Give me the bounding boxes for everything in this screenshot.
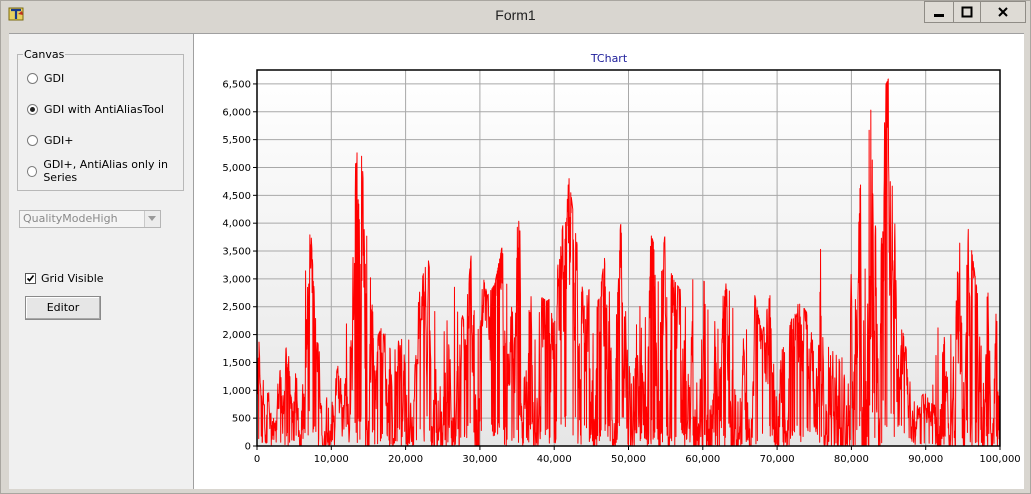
- radio-indicator: [27, 165, 38, 177]
- x-tick-label: 90,000: [908, 454, 943, 465]
- radio-gdi[interactable]: GDI: [27, 70, 64, 86]
- y-tick-label: 1,500: [222, 358, 251, 369]
- minimize-icon: [934, 14, 944, 17]
- x-tick-label: 20,000: [388, 454, 423, 465]
- dropdown-arrow[interactable]: [144, 211, 160, 227]
- x-tick-label: 100,000: [979, 454, 1020, 465]
- chart-panel: TChart 0 500 1,000 1,500 2,000 2,500 3,000 3,50…: [194, 34, 1024, 489]
- options-panel: Canvas GDI GDI with AntiAliasTool GDI+ G…: [9, 34, 193, 489]
- x-tick-label: 10,000: [314, 454, 349, 465]
- x-tick-label: 70,000: [760, 454, 795, 465]
- y-tick-label: 4,500: [222, 191, 251, 202]
- close-icon: [998, 7, 1008, 17]
- radio-indicator: [27, 103, 38, 115]
- x-tick-label: 60,000: [685, 454, 720, 465]
- app-window: Form1 Canvas GDI GDI with AntiAliasTool: [0, 0, 1031, 494]
- y-tick-label: 6,500: [222, 79, 251, 90]
- client-area: Canvas GDI GDI with AntiAliasTool GDI+ G…: [9, 33, 1024, 489]
- close-button[interactable]: [980, 1, 1026, 23]
- window-title: Form1: [495, 7, 536, 23]
- grid-visible-checkbox[interactable]: Grid Visible: [25, 272, 104, 285]
- y-tick-label: 2,000: [222, 330, 251, 341]
- radio-gdi-antialias-tool[interactable]: GDI with AntiAliasTool: [27, 101, 164, 117]
- y-tick-label: 3,000: [222, 274, 251, 285]
- y-tick-label: 0: [245, 442, 251, 453]
- canvas-group-caption: Canvas: [23, 48, 66, 61]
- checkbox-indicator: [25, 273, 36, 284]
- y-tick-label: 2,500: [222, 302, 251, 313]
- editor-button[interactable]: Editor: [25, 296, 101, 320]
- radio-gdi-plus-antialias-series[interactable]: GDI+, AntiAlias only in Series: [27, 158, 193, 184]
- minimize-button[interactable]: [924, 1, 954, 23]
- x-tick-label: 0: [254, 454, 260, 465]
- line-chart[interactable]: 0 500 1,000 1,500 2,000 2,500 3,000 3,500 4,000 4…: [194, 34, 1024, 489]
- y-tick-label: 3,500: [222, 247, 251, 258]
- quality-mode-select[interactable]: QualityModeHigh: [19, 210, 161, 228]
- quality-mode-value: QualityModeHigh: [23, 212, 118, 225]
- y-tick-label: 5,500: [222, 135, 251, 146]
- radio-label: GDI with AntiAliasTool: [44, 102, 164, 116]
- radio-label: GDI: [44, 71, 65, 85]
- checkbox-label: Grid Visible: [41, 272, 104, 285]
- maximize-button[interactable]: [953, 1, 981, 23]
- y-tick-label: 500: [232, 414, 251, 425]
- radio-label: GDI+: [44, 133, 74, 147]
- radio-indicator: [27, 134, 38, 146]
- y-tick-label: 5,000: [222, 163, 251, 174]
- radio-gdi-plus[interactable]: GDI+: [27, 132, 73, 148]
- title-bar[interactable]: Form1: [1, 1, 1030, 29]
- y-tick-label: 6,000: [222, 107, 251, 118]
- checkmark-icon: [26, 275, 35, 282]
- x-tick-label: 40,000: [537, 454, 572, 465]
- y-tick-label: 1,000: [222, 386, 251, 397]
- chevron-down-icon: [148, 216, 156, 221]
- x-tick-label: 50,000: [611, 454, 646, 465]
- x-tick-label: 30,000: [462, 454, 497, 465]
- y-tick-label: 4,000: [222, 219, 251, 230]
- radio-label: GDI+, AntiAlias only in Series: [43, 158, 169, 184]
- x-tick-label: 80,000: [834, 454, 869, 465]
- radio-indicator: [27, 72, 38, 84]
- maximize-icon: [961, 6, 973, 18]
